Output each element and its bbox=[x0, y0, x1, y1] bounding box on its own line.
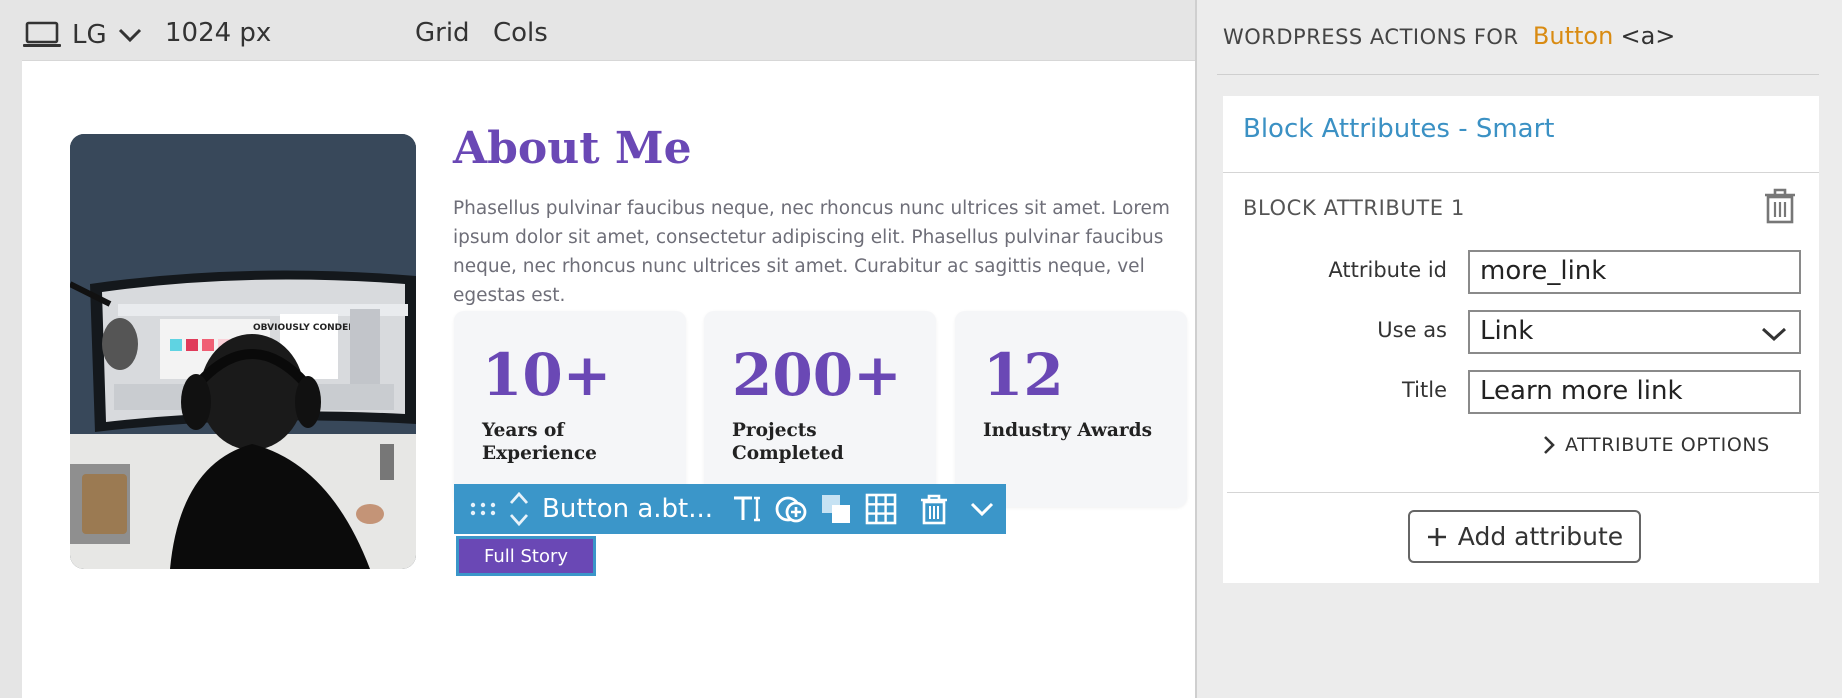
block-label: Button a.bt... bbox=[542, 494, 714, 524]
canvas-area: LG 1024 px Grid Cols OBVIOUSLY CONDENSED bbox=[0, 0, 1195, 698]
add-circle-icon[interactable] bbox=[772, 484, 810, 534]
chevron-down-icon[interactable] bbox=[966, 484, 998, 534]
text-format-icon[interactable] bbox=[730, 484, 764, 534]
stat-label: Industry Awards bbox=[983, 420, 1153, 441]
block-toolbar: Button a.bt... bbox=[454, 484, 1006, 534]
stat-label: Years of Experience bbox=[482, 420, 597, 464]
breakpoint-label: LG bbox=[72, 20, 107, 50]
attribute-heading: BLOCK ATTRIBUTE 1 bbox=[1243, 196, 1465, 220]
page-title: About Me bbox=[453, 123, 692, 174]
use-as-row: Use as Link bbox=[1223, 310, 1819, 354]
about-photo-illustration: OBVIOUSLY CONDENSED bbox=[70, 134, 416, 569]
chevron-right-icon bbox=[1544, 436, 1555, 454]
attribute-id-label: Attribute id bbox=[1328, 258, 1447, 282]
device-switcher[interactable]: LG bbox=[22, 20, 143, 50]
use-as-value: Link bbox=[1480, 316, 1534, 346]
wordpress-actions-panel: WORDPRESS ACTIONS FOR Button <a> Block A… bbox=[1195, 0, 1842, 698]
add-attribute-label: Add attribute bbox=[1457, 522, 1624, 551]
divider bbox=[1227, 492, 1819, 493]
full-story-button[interactable]: Full Story bbox=[456, 536, 596, 576]
use-as-select[interactable]: Link bbox=[1468, 310, 1801, 354]
delete-icon[interactable] bbox=[914, 484, 954, 534]
selected-block-name: Button bbox=[1532, 22, 1614, 50]
divider bbox=[1223, 172, 1819, 173]
title-row: Title Learn more link bbox=[1223, 370, 1819, 414]
card-title[interactable]: Block Attributes - Smart bbox=[1243, 114, 1555, 144]
plus-icon bbox=[1427, 527, 1446, 546]
grid-icon[interactable] bbox=[862, 484, 900, 534]
page-preview: OBVIOUSLY CONDENSED About Me Phasellus p… bbox=[22, 60, 1195, 698]
stat-number: 12 bbox=[983, 341, 1064, 409]
drag-handle-icon[interactable] bbox=[468, 484, 498, 534]
cols-toggle[interactable]: Cols bbox=[493, 18, 548, 48]
divider bbox=[1217, 74, 1819, 75]
add-attribute-button[interactable]: Add attribute bbox=[1408, 510, 1641, 563]
stat-number: 10+ bbox=[482, 341, 612, 409]
attribute-id-row: Attribute id more_link bbox=[1223, 250, 1819, 294]
about-paragraph: Phasellus pulvinar faucibus neque, nec r… bbox=[453, 198, 1170, 306]
stat-card: 200+ Projects Completed bbox=[704, 311, 936, 507]
use-as-label: Use as bbox=[1377, 318, 1447, 342]
about-photo: OBVIOUSLY CONDENSED bbox=[70, 134, 416, 569]
attribute-id-input[interactable]: more_link bbox=[1468, 250, 1801, 294]
copy-icon[interactable] bbox=[818, 484, 854, 534]
title-label: Title bbox=[1401, 378, 1447, 402]
grid-toggle[interactable]: Grid bbox=[415, 18, 470, 48]
stat-number: 200+ bbox=[732, 341, 902, 409]
attribute-options-label: ATTRIBUTE OPTIONS bbox=[1565, 434, 1770, 456]
chevron-down-icon bbox=[1761, 327, 1787, 342]
canvas-topbar: LG 1024 px Grid Cols bbox=[0, 0, 1195, 60]
stat-label: Projects Completed bbox=[732, 420, 844, 464]
selected-block-tag: <a> bbox=[1620, 22, 1676, 50]
block-attributes-card: Block Attributes - Smart BLOCK ATTRIBUTE… bbox=[1223, 96, 1819, 583]
laptop-icon bbox=[23, 21, 61, 47]
trash-icon[interactable] bbox=[1763, 188, 1797, 224]
panel-header-prefix: WORDPRESS ACTIONS FOR bbox=[1223, 25, 1519, 49]
panel-header: WORDPRESS ACTIONS FOR Button <a> bbox=[1223, 22, 1675, 50]
viewport-width: 1024 px bbox=[165, 18, 272, 48]
title-input[interactable]: Learn more link bbox=[1468, 370, 1801, 414]
stat-card: 12 Industry Awards bbox=[955, 311, 1187, 507]
attribute-options-toggle[interactable]: ATTRIBUTE OPTIONS bbox=[1543, 434, 1770, 456]
stat-card: 10+ Years of Experience bbox=[454, 311, 686, 507]
chevron-down-icon bbox=[118, 28, 141, 43]
move-up-down-icon[interactable] bbox=[506, 484, 532, 534]
